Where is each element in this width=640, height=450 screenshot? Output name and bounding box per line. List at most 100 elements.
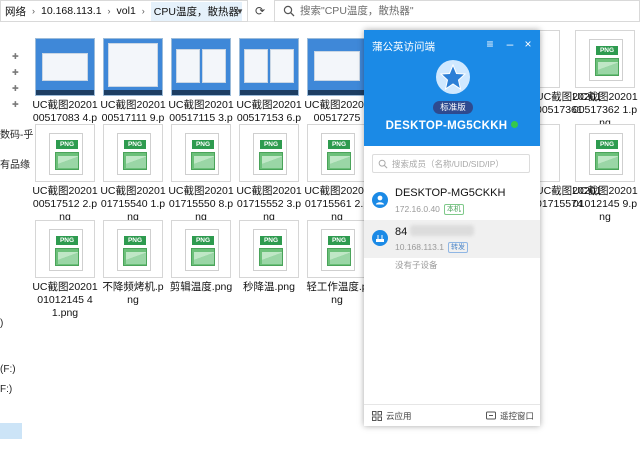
pin-icon: ✚	[12, 100, 19, 109]
file-item[interactable]: PNG UC截图2020100517512 2.png	[32, 124, 98, 224]
nav-item[interactable]: F:)	[0, 384, 12, 395]
remote-window-label: 遥控窗口	[500, 411, 535, 421]
device-row-name: DESKTOP-MG5CKKH	[395, 187, 506, 199]
nav-item[interactable]: (F:)	[0, 364, 16, 375]
file-name: UC截图2020100517275	[304, 99, 370, 124]
breadcrumb[interactable]: 网络 › 10.168.113.1 › vol1 › CPU温度，散热器 ▼	[0, 0, 248, 22]
file-item[interactable]: PNG UC截图2020101715552 3.png	[236, 124, 302, 224]
png-tag: PNG	[56, 236, 78, 245]
refresh-icon[interactable]: ⟳	[252, 3, 268, 19]
file-name: UC截图2020101715552 3.png	[236, 185, 302, 223]
breadcrumb-separator-icon: ›	[32, 6, 35, 16]
chevron-down-icon[interactable]: ▼	[236, 7, 244, 16]
png-tag: PNG	[260, 236, 282, 245]
device-row[interactable]: DESKTOP-MG5CKKH 172.16.0.40 本机	[364, 182, 540, 220]
cloud-apps-button[interactable]: 云应用	[372, 410, 412, 422]
pin-icon: ✚	[12, 84, 19, 93]
screenshot-thumbnail	[103, 38, 163, 96]
file-item[interactable]: PNG UC截图2020101012145 9.png	[572, 124, 638, 224]
close-icon[interactable]: ×	[522, 37, 534, 51]
screenshot-thumbnail	[171, 38, 231, 96]
png-tag: PNG	[596, 46, 618, 55]
png-thumbnail: PNG	[239, 124, 299, 182]
file-item[interactable]: PNG 不降频烤机.png	[100, 220, 166, 307]
app-title: 蒲公英访问端	[372, 41, 435, 53]
file-item[interactable]: PNG UC截图2020100517362 1.png	[572, 30, 638, 130]
navigation-pane: ✚ ✚ ✚ ✚ 数码-乎 有品缘 ) (F:) F:)	[0, 22, 33, 450]
png-tag: PNG	[192, 236, 214, 245]
file-grid-right-column: UC截图2020100517361 PNG UC截图2020100517362 …	[536, 22, 640, 450]
file-name: 不降频烤机.png	[102, 281, 164, 306]
local-tag: 本机	[443, 204, 464, 215]
online-status-icon	[511, 121, 519, 128]
screenshot-thumbnail	[35, 38, 95, 96]
file-name: 剪辑温度.png	[169, 281, 233, 293]
png-tag: PNG	[124, 140, 146, 149]
member-search-input[interactable]	[391, 158, 529, 169]
menu-icon[interactable]: ≡	[484, 37, 496, 51]
device-row-ip: 10.168.113.1 转发	[395, 242, 468, 253]
png-thumbnail: PNG	[575, 30, 635, 88]
breadcrumb-separator-icon: ›	[141, 6, 145, 16]
nav-item-selected[interactable]	[0, 423, 22, 439]
png-tag: PNG	[192, 140, 214, 149]
screenshot-thumbnail	[239, 38, 299, 96]
breadcrumb-current-folder[interactable]: CPU温度，散热器	[150, 1, 242, 21]
png-thumbnail: PNG	[35, 220, 95, 278]
png-thumbnail: PNG	[307, 124, 367, 182]
device-row-name: 84	[395, 225, 475, 238]
file-name: 秒降温.png	[243, 281, 295, 293]
file-item[interactable]: PNG UC截图2020101715550 8.png	[168, 124, 234, 224]
nav-item[interactable]: 数码-乎	[0, 126, 33, 141]
file-item[interactable]: UC截图2020100517111 9.png	[100, 38, 166, 138]
pin-icon: ✚	[12, 68, 19, 77]
member-search[interactable]	[372, 154, 530, 173]
grid-icon	[372, 411, 382, 421]
file-item[interactable]: UC截图2020100517153 6.png	[236, 38, 302, 138]
device-row-selected[interactable]: 84 10.168.113.1 转发	[364, 220, 540, 258]
file-item[interactable]: PNG 轻工作温度.png	[304, 220, 370, 307]
file-item[interactable]: PNG 剪辑温度.png	[168, 220, 234, 294]
remote-window-button[interactable]: 遥控窗口	[486, 410, 534, 422]
nav-item[interactable]: 有品缘	[0, 156, 30, 171]
png-thumbnail: PNG	[239, 220, 299, 278]
search-icon	[378, 159, 388, 169]
breadcrumb-separator-icon: ›	[107, 6, 111, 16]
cloud-apps-label: 云应用	[386, 411, 412, 421]
search-input[interactable]	[300, 5, 600, 17]
file-name: UC截图2020100517512 2.png	[32, 185, 98, 223]
current-device-title: DESKTOP-MG5CKKH	[364, 120, 540, 132]
file-item[interactable]: UC截图2020100517115 3.png	[168, 38, 234, 138]
png-thumbnail: PNG	[575, 124, 635, 182]
png-thumbnail: PNG	[171, 124, 231, 182]
file-item[interactable]: UC截图2020100517275	[304, 38, 370, 125]
nav-item[interactable]: )	[0, 318, 3, 329]
redacted-text	[410, 225, 475, 236]
explorer-toolbar: 网络 › 10.168.113.1 › vol1 › CPU温度，散热器 ▼ ⟳	[0, 0, 640, 22]
no-sub-devices-text: 没有子设备	[395, 260, 438, 270]
device-row-ip: 172.16.0.40 本机	[395, 204, 464, 215]
png-tag: PNG	[328, 140, 350, 149]
file-name: UC截图2020101715550 8.png	[168, 185, 234, 223]
user-icon	[372, 192, 388, 208]
explorer-search[interactable]	[274, 0, 640, 22]
file-item[interactable]: PNG UC截图2020101012145 4 1.png	[32, 220, 98, 320]
png-thumbnail: PNG	[103, 124, 163, 182]
png-tag: PNG	[596, 140, 618, 149]
file-item[interactable]: PNG UC截图2020101715561 2.png	[304, 124, 370, 224]
minimize-icon[interactable]: –	[504, 37, 516, 51]
file-item[interactable]: PNG UC截图2020101715540 1.png	[100, 124, 166, 224]
file-item[interactable]: PNG 秒降温.png	[236, 220, 302, 294]
png-tag: PNG	[56, 140, 78, 149]
pin-icon: ✚	[12, 52, 19, 61]
breadcrumb-network[interactable]: 网络	[5, 4, 26, 19]
dandelion-logo-icon	[436, 60, 470, 94]
breadcrumb-host[interactable]: 10.168.113.1	[41, 5, 102, 17]
breadcrumb-volume[interactable]: vol1	[117, 5, 136, 17]
file-name: 轻工作温度.png	[306, 281, 368, 306]
remote-icon	[486, 411, 496, 420]
png-thumbnail: PNG	[307, 220, 367, 278]
file-item[interactable]: UC截图2020100517083 4.png	[32, 38, 98, 138]
search-icon	[283, 5, 295, 17]
device-name: DESKTOP-MG5CKKH	[385, 120, 508, 132]
